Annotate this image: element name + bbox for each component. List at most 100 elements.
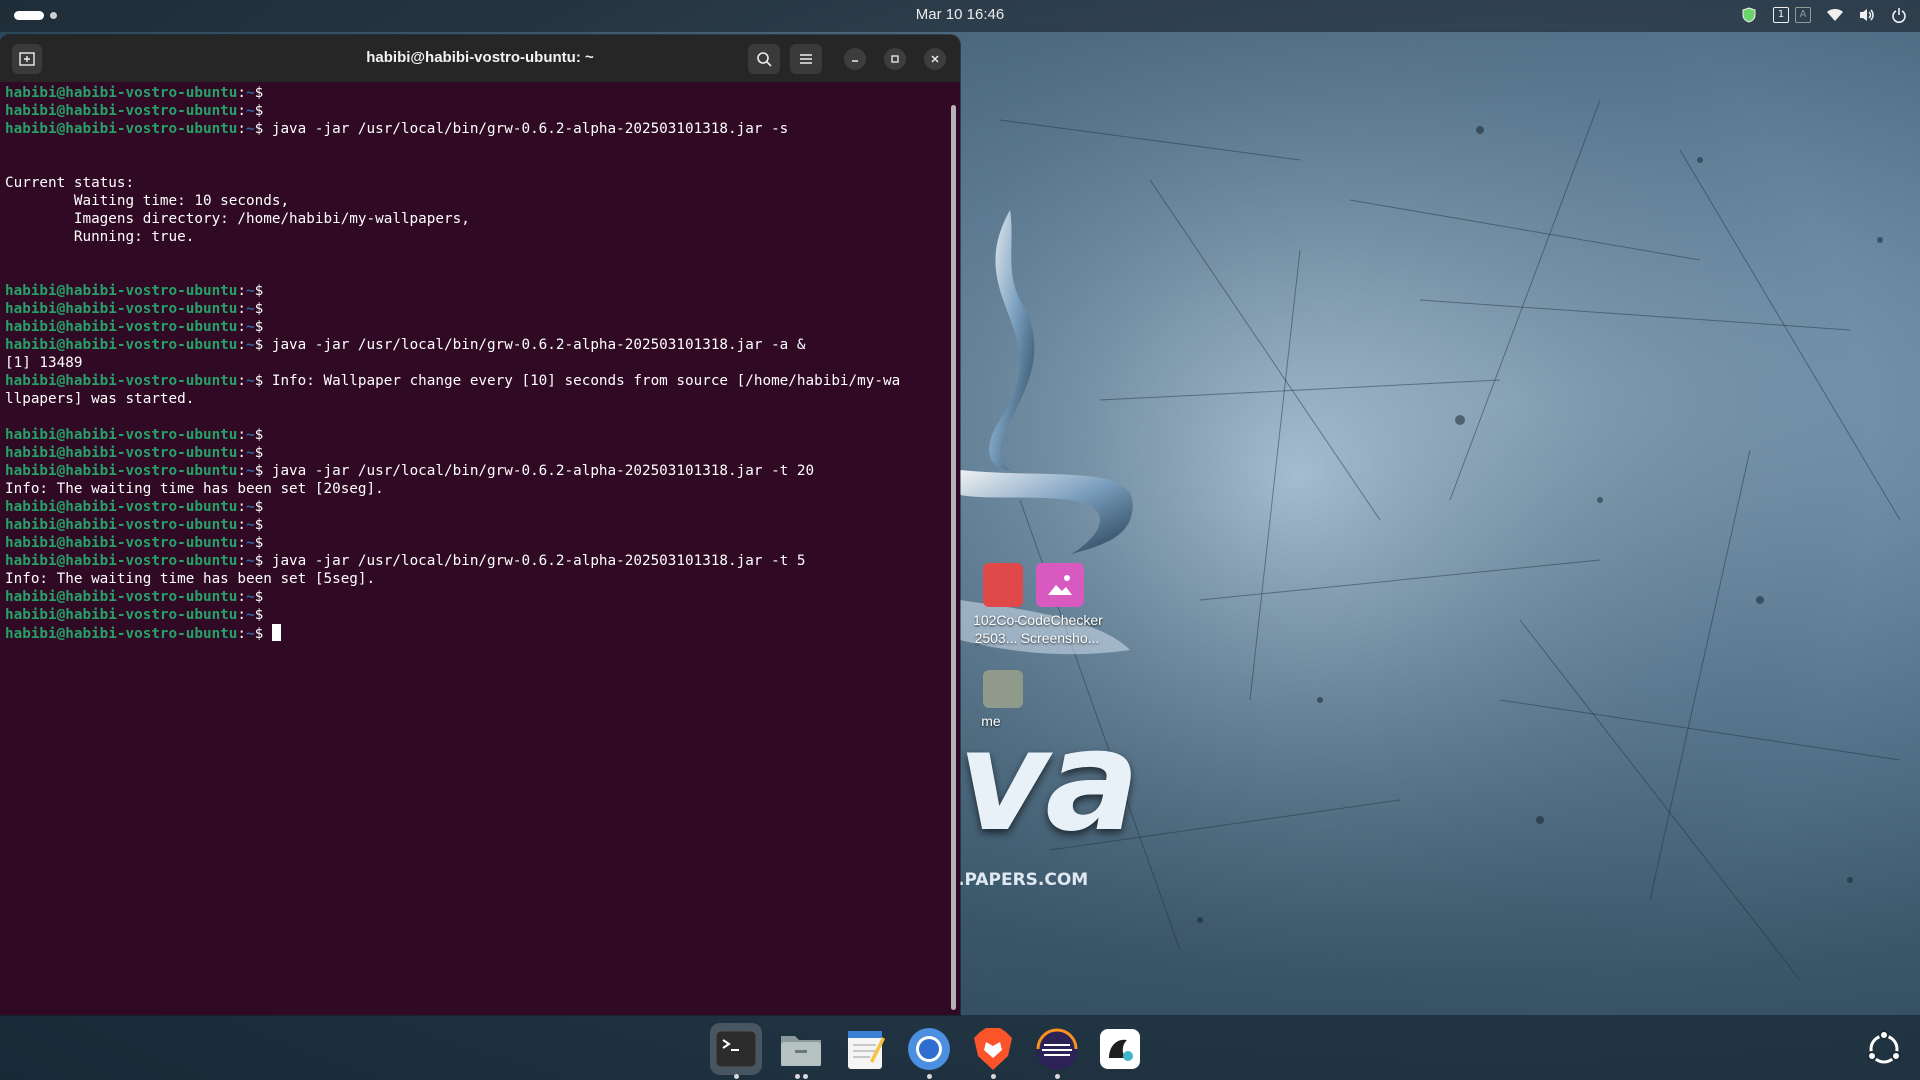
dock-text-editor[interactable] bbox=[840, 1023, 892, 1075]
output-text: Current status: bbox=[5, 175, 135, 191]
prompt-separator: : bbox=[237, 103, 247, 119]
shield-icon[interactable] bbox=[1740, 6, 1758, 24]
prompt-separator: : bbox=[237, 445, 247, 461]
prompt-path: ~ bbox=[246, 607, 255, 623]
prompt-dollar: $ bbox=[254, 607, 272, 623]
prompt-path: ~ bbox=[246, 445, 255, 461]
text-cursor bbox=[271, 624, 281, 641]
prompt-path: ~ bbox=[246, 517, 255, 533]
search-button[interactable] bbox=[748, 44, 780, 74]
menu-button[interactable] bbox=[790, 44, 822, 74]
prompt-user-host: habibi@habibi-vostro-ubuntu bbox=[5, 427, 238, 443]
terminal-output-line: Waiting time: 10 seconds, bbox=[5, 192, 945, 210]
prompt-user-host: habibi@habibi-vostro-ubuntu bbox=[5, 121, 238, 137]
dock-brave[interactable] bbox=[967, 1023, 1019, 1079]
terminal-prompt-line: habibi@habibi-vostro-ubuntu:~$ bbox=[5, 84, 945, 102]
prompt-dollar: $ bbox=[254, 535, 272, 551]
keyboard-indicator-2: A bbox=[1795, 7, 1811, 23]
volume-icon[interactable] bbox=[1858, 6, 1876, 24]
prompt-dollar: $ bbox=[254, 427, 272, 443]
keyboard-layout-indicator[interactable]: 1 A bbox=[1772, 6, 1812, 24]
prompt-user-host: habibi@habibi-vostro-ubuntu bbox=[5, 535, 238, 551]
terminal-prompt-line: habibi@habibi-vostro-ubuntu:~$ bbox=[5, 318, 945, 336]
terminal-output-line: Current status: bbox=[5, 174, 945, 192]
prompt-user-host: habibi@habibi-vostro-ubuntu bbox=[5, 499, 238, 515]
wallpaper-site-text: .PAPERS.COM bbox=[958, 870, 1089, 890]
output-text: Imagens directory: /home/habibi/my-wallp… bbox=[5, 211, 470, 227]
output-text: Info: The waiting time has been set [5se… bbox=[5, 571, 376, 587]
top-bar: Mar 10 16:46 1 A bbox=[0, 0, 1920, 32]
command-text: Info: Wallpaper change every [10] second… bbox=[271, 373, 901, 389]
terminal-output-line: Info: The waiting time has been set [20s… bbox=[5, 480, 945, 498]
minimize-button[interactable] bbox=[844, 48, 866, 70]
terminal-prompt-line: habibi@habibi-vostro-ubuntu:~$ bbox=[5, 426, 945, 444]
prompt-user-host: habibi@habibi-vostro-ubuntu bbox=[5, 445, 238, 461]
dock-files[interactable] bbox=[775, 1023, 827, 1079]
prompt-user-host: habibi@habibi-vostro-ubuntu bbox=[5, 589, 238, 605]
terminal-prompt-line: habibi@habibi-vostro-ubuntu:~$ bbox=[5, 606, 945, 624]
running-indicator bbox=[927, 1074, 932, 1079]
prompt-path: ~ bbox=[246, 499, 255, 515]
terminal-prompt-line: habibi@habibi-vostro-ubuntu:~$ bbox=[5, 300, 945, 318]
power-icon[interactable] bbox=[1890, 6, 1908, 24]
prompt-path: ~ bbox=[246, 535, 255, 551]
dock-app[interactable] bbox=[1094, 1023, 1146, 1075]
prompt-path: ~ bbox=[246, 319, 255, 335]
terminal-prompt-line: habibi@habibi-vostro-ubuntu:~$ bbox=[5, 102, 945, 120]
terminal-window[interactable]: habibi@habibi-vostro-ubuntu: ~ habibi@ha… bbox=[0, 35, 960, 1015]
prompt-user-host: habibi@habibi-vostro-ubuntu bbox=[5, 517, 238, 533]
clock[interactable]: Mar 10 16:46 bbox=[0, 6, 1920, 23]
close-icon bbox=[931, 55, 939, 63]
terminal-output[interactable]: habibi@habibi-vostro-ubuntu:~$ habibi@ha… bbox=[5, 84, 945, 1004]
running-indicator bbox=[991, 1074, 996, 1079]
terminal-scrollbar[interactable] bbox=[951, 105, 956, 1010]
prompt-dollar: $ bbox=[254, 373, 272, 389]
keyboard-indicator-1: 1 bbox=[1773, 7, 1789, 23]
prompt-user-host: habibi@habibi-vostro-ubuntu bbox=[5, 463, 238, 479]
maximize-button[interactable] bbox=[884, 48, 906, 70]
prompt-dollar: $ bbox=[254, 319, 272, 335]
prompt-separator: : bbox=[237, 319, 247, 335]
prompt-separator: : bbox=[237, 463, 247, 479]
desktop-file-codechecker-screenshot[interactable]: CodeChecker Screensho... bbox=[1010, 563, 1110, 647]
prompt-path: ~ bbox=[246, 121, 255, 137]
prompt-separator: : bbox=[237, 373, 247, 389]
prompt-dollar: $ bbox=[254, 301, 272, 317]
running-indicator bbox=[1055, 1074, 1060, 1079]
prompt-separator: : bbox=[237, 427, 247, 443]
workspace-indicator-active bbox=[14, 11, 44, 20]
show-apps-icon bbox=[1867, 1030, 1901, 1064]
prompt-user-host: habibi@habibi-vostro-ubuntu bbox=[5, 301, 238, 317]
close-button[interactable] bbox=[924, 48, 946, 70]
prompt-separator: : bbox=[237, 85, 247, 101]
prompt-user-host: habibi@habibi-vostro-ubuntu bbox=[5, 337, 238, 353]
files-icon bbox=[781, 1036, 821, 1066]
dock-show-apps[interactable] bbox=[1858, 1023, 1910, 1075]
prompt-separator: : bbox=[237, 626, 247, 642]
terminal-prompt-line: habibi@habibi-vostro-ubuntu:~$ java -jar… bbox=[5, 462, 945, 480]
eclipse-icon bbox=[1036, 1028, 1078, 1070]
wifi-icon[interactable] bbox=[1826, 6, 1844, 24]
dock-eclipse[interactable] bbox=[1031, 1023, 1083, 1079]
activities-button[interactable] bbox=[14, 11, 57, 20]
terminal-titlebar[interactable]: habibi@habibi-vostro-ubuntu: ~ bbox=[0, 35, 960, 82]
minimize-icon bbox=[852, 60, 858, 62]
terminal-prompt-line: habibi@habibi-vostro-ubuntu:~$ java -jar… bbox=[5, 120, 945, 138]
prompt-path: ~ bbox=[246, 85, 255, 101]
new-tab-button[interactable] bbox=[12, 44, 42, 74]
output-text: [1] 13489 bbox=[5, 355, 83, 371]
prompt-path: ~ bbox=[246, 337, 255, 353]
prompt-separator: : bbox=[237, 301, 247, 317]
prompt-dollar: $ bbox=[254, 445, 272, 461]
prompt-path: ~ bbox=[246, 301, 255, 317]
command-text: java -jar /usr/local/bin/grw-0.6.2-alpha… bbox=[271, 121, 789, 137]
dock-terminal[interactable] bbox=[710, 1023, 762, 1079]
system-tray[interactable]: 1 A bbox=[1740, 6, 1908, 24]
prompt-path: ~ bbox=[246, 626, 255, 642]
terminal-prompt-line: habibi@habibi-vostro-ubuntu:~$ bbox=[5, 516, 945, 534]
prompt-dollar: $ bbox=[254, 589, 272, 605]
desktop-file-label-line1: CodeChecker bbox=[1017, 612, 1103, 628]
dock-chromium[interactable] bbox=[903, 1023, 955, 1079]
